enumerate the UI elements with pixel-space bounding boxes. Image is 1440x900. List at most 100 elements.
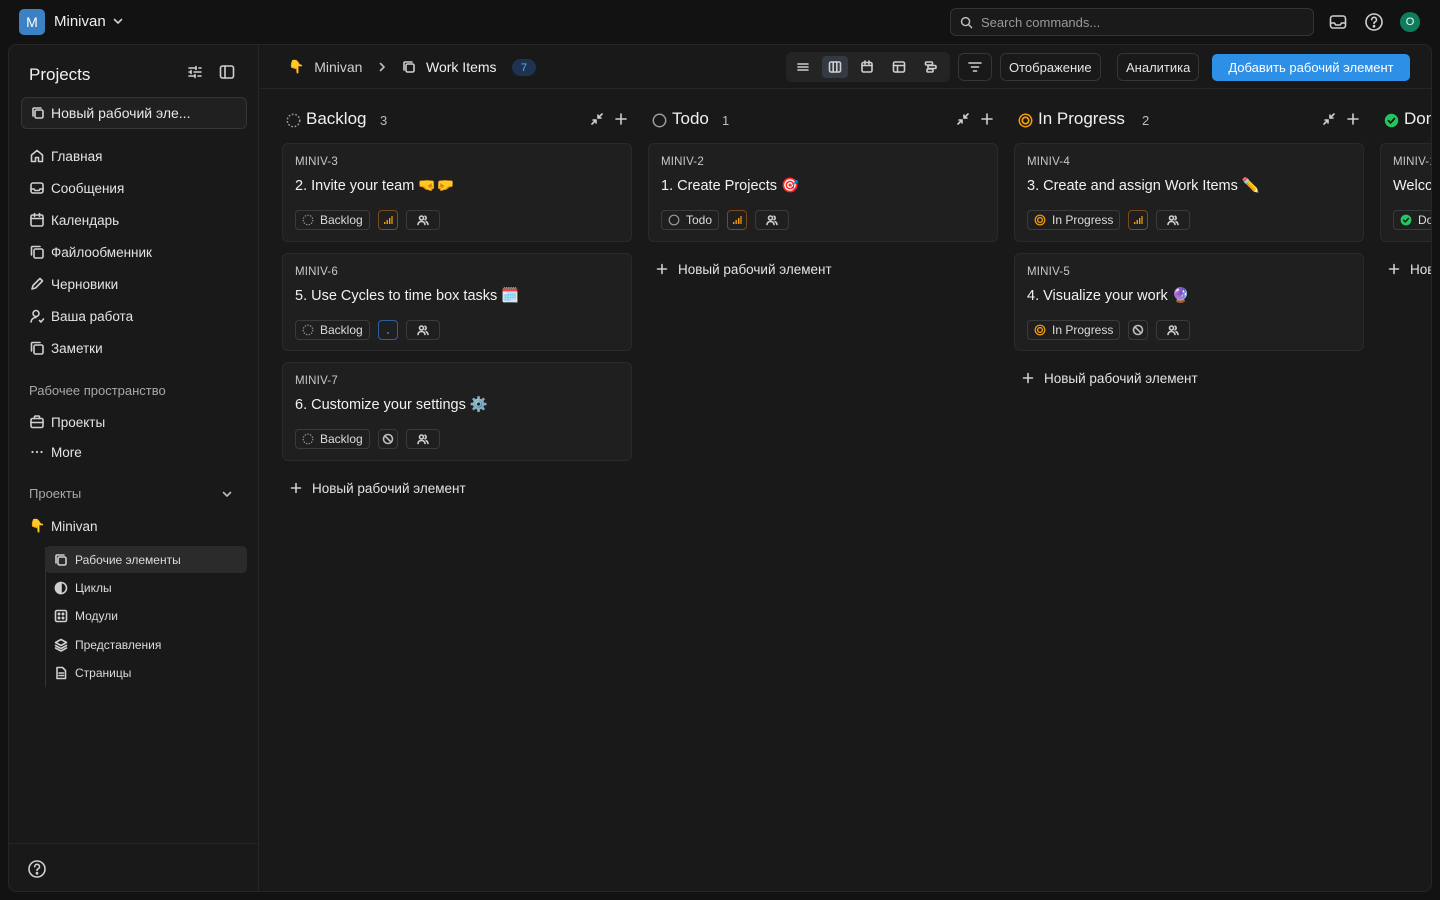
state-pill[interactable]: Backlog: [295, 429, 370, 449]
sidebar-item-files[interactable]: Файлообменник: [21, 238, 247, 266]
state-label: Backlog: [320, 213, 363, 227]
sidebar-item-projects[interactable]: Проекты: [21, 408, 247, 436]
modules-icon: [54, 609, 68, 623]
breadcrumb-work-items[interactable]: Work Items: [402, 59, 497, 75]
help-icon[interactable]: [27, 859, 47, 879]
priority-high-icon: [1133, 215, 1143, 225]
sliders-icon[interactable]: [186, 63, 204, 81]
projects-section-label[interactable]: Проекты: [29, 486, 81, 501]
card-id: MINIV-2: [661, 156, 704, 168]
priority-pill[interactable]: [1128, 210, 1149, 230]
todo-status-icon: [668, 214, 680, 226]
project-label: Minivan: [51, 518, 98, 534]
column-header: Backlog 3: [282, 109, 632, 131]
work-item-card[interactable]: MINIV-6 5. Use Cycles to time box tasks …: [282, 253, 632, 351]
priority-pill[interactable]: [377, 429, 398, 449]
project-nav-pages[interactable]: Страницы: [45, 659, 247, 686]
assignee-pill[interactable]: [1156, 320, 1191, 340]
sidebar-item-drafts[interactable]: Черновики: [21, 270, 247, 298]
project-nav-views[interactable]: Представления: [45, 631, 247, 658]
priority-low-icon: [383, 325, 393, 335]
collapse-icon[interactable]: [1322, 112, 1336, 126]
work-item-card[interactable]: MINIV-4 3. Create and assign Work Items …: [1014, 143, 1364, 242]
add-work-item-label: Новый рабочий элемент: [678, 261, 832, 277]
priority-pill[interactable]: [377, 320, 398, 340]
list-layout-icon[interactable]: [790, 56, 816, 78]
help-icon[interactable]: [1364, 12, 1384, 32]
state-label: Todo: [686, 213, 713, 227]
assignee-pill[interactable]: [405, 429, 440, 449]
state-pill[interactable]: Backlog: [295, 320, 370, 340]
add-work-item-button[interactable]: Добавить рабочий элемент: [1212, 54, 1410, 81]
filter-icon: [967, 59, 983, 75]
breadcrumb-project[interactable]: 👇 Minivan: [288, 59, 362, 75]
project-nav-cycles[interactable]: Циклы: [45, 574, 247, 601]
work-item-card[interactable]: MINIV-7 6. Customize your settings ⚙️ Ba…: [282, 362, 632, 461]
project-nav-modules[interactable]: Модули: [45, 602, 247, 629]
sidebar-divider: [9, 843, 259, 844]
plus-icon[interactable]: [614, 112, 628, 126]
gantt-layout-icon[interactable]: [918, 56, 944, 78]
sidebar-item-your-work[interactable]: Ваша работа: [21, 302, 247, 330]
priority-pill[interactable]: [377, 210, 398, 230]
priority-pill[interactable]: [727, 210, 748, 230]
add-work-item-row[interactable]: Новый рабочий элемент: [1388, 259, 1431, 279]
work-item-card[interactable]: MINIV-1 Welcome to Plane 👋 Done: [1380, 143, 1431, 242]
filter-button[interactable]: [958, 53, 992, 81]
inbox-icon[interactable]: [1328, 12, 1348, 32]
work-items-count-badge: 7: [512, 59, 537, 76]
assignee-pill[interactable]: [405, 320, 440, 340]
state-pill[interactable]: Backlog: [295, 210, 370, 230]
column-count: 1: [722, 113, 730, 128]
chevron-right-icon: [376, 61, 388, 73]
search-input[interactable]: [981, 14, 1281, 30]
kanban-layout-icon[interactable]: [822, 56, 848, 78]
plus-icon[interactable]: [980, 112, 994, 126]
state-pill[interactable]: Done: [1393, 210, 1431, 230]
state-pill[interactable]: In Progress: [1027, 320, 1121, 340]
state-label: In Progress: [1052, 213, 1114, 227]
user-avatar[interactable]: O: [1400, 12, 1420, 32]
analytics-button[interactable]: Аналитика: [1117, 53, 1200, 81]
home-icon: [29, 148, 45, 164]
work-item-card[interactable]: MINIV-3 2. Invite your team 🤜🤛 Backlog: [282, 143, 632, 242]
sidebar-item-home[interactable]: Главная: [21, 142, 247, 170]
column-header: Todo 1: [648, 109, 998, 131]
project-nav-label: Страницы: [75, 665, 132, 680]
work-item-card[interactable]: MINIV-2 1. Create Projects 🎯 Todo: [648, 143, 998, 242]
sidebar-item-inbox[interactable]: Сообщения: [21, 174, 247, 202]
sidebar-toggle-icon[interactable]: [218, 63, 236, 81]
display-button[interactable]: Отображение: [1000, 53, 1101, 81]
search-icon: [960, 16, 973, 29]
project-nav-work-items[interactable]: Рабочие элементы: [45, 546, 247, 573]
spreadsheet-layout-icon[interactable]: [886, 56, 912, 78]
sidebar-item-calendar[interactable]: Календарь: [21, 206, 247, 234]
collapse-icon[interactable]: [590, 112, 604, 126]
workspace-name[interactable]: Minivan: [54, 13, 106, 30]
state-pill[interactable]: Todo: [661, 210, 720, 230]
state-pill[interactable]: In Progress: [1027, 210, 1121, 230]
calendar-layout-icon[interactable]: [854, 56, 880, 78]
collapse-icon[interactable]: [956, 112, 970, 126]
sidebar-item-more[interactable]: More: [21, 438, 247, 466]
chevron-down-icon[interactable]: [112, 15, 124, 27]
sidebar-item-notes[interactable]: Заметки: [21, 334, 247, 362]
work-item-card[interactable]: MINIV-5 4. Visualize your work 🔮 In Prog…: [1014, 253, 1364, 351]
search-box[interactable]: [950, 8, 1314, 36]
add-work-item-row[interactable]: Новый рабочий элемент: [290, 478, 466, 498]
assignee-pill[interactable]: [1156, 210, 1191, 230]
column-title: In Progress: [1038, 109, 1125, 128]
assignee-pill[interactable]: [405, 210, 440, 230]
add-work-item-row[interactable]: Новый рабочий элемент: [656, 259, 832, 279]
assignee-pill[interactable]: [755, 210, 790, 230]
board-column-in-progress: In Progress 2 MINIV-4 3. Create and assi…: [1014, 89, 1364, 891]
chevron-down-icon[interactable]: [221, 488, 233, 500]
plus-icon[interactable]: [1346, 112, 1360, 126]
add-work-item-row[interactable]: Новый рабочий элемент: [1022, 368, 1198, 388]
no-priority-icon: [382, 433, 394, 445]
new-work-item-button[interactable]: Новый рабочий эле...: [21, 97, 247, 129]
todo-status-icon: [652, 113, 667, 128]
priority-pill[interactable]: [1128, 320, 1149, 340]
project-minivan[interactable]: 👇 Minivan: [21, 512, 247, 540]
workspace-avatar[interactable]: M: [19, 9, 45, 35]
